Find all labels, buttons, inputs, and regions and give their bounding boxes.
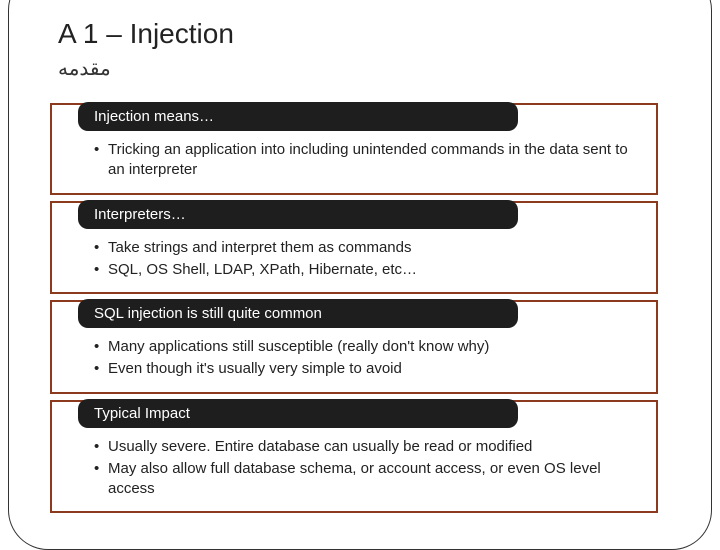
- section-header: Injection means…: [78, 102, 518, 131]
- page-subtitle: ﻣﻘﺪﻣﻪ: [0, 56, 720, 81]
- list-item: SQL, OS Shell, LDAP, XPath, Hibernate, e…: [94, 260, 636, 280]
- sections-container: Injection means… Tricking an application…: [0, 103, 720, 513]
- list-item: Many applications still susceptible (rea…: [94, 337, 636, 357]
- list-item: Even though it's usually very simple to …: [94, 359, 636, 379]
- section-injection-means: Injection means… Tricking an application…: [50, 103, 658, 195]
- section-body: Usually severe. Entire database can usua…: [52, 431, 656, 512]
- slide-content: A 1 – Injection ﻣﻘﺪﻣﻪ Injection means… T…: [0, 0, 720, 513]
- list-item: May also allow full database schema, or …: [94, 459, 636, 500]
- section-body: Many applications still susceptible (rea…: [52, 331, 656, 392]
- section-body: Tricking an application into including u…: [52, 134, 656, 193]
- section-header: SQL injection is still quite common: [78, 299, 518, 328]
- list-item: Tricking an application into including u…: [94, 140, 636, 181]
- section-typical-impact: Typical Impact Usually severe. Entire da…: [50, 400, 658, 514]
- list-item: Usually severe. Entire database can usua…: [94, 437, 636, 457]
- section-header: Typical Impact: [78, 399, 518, 428]
- section-body: Take strings and interpret them as comma…: [52, 232, 656, 293]
- section-interpreters: Interpreters… Take strings and interpret…: [50, 201, 658, 295]
- section-header: Interpreters…: [78, 200, 518, 229]
- list-item: Take strings and interpret them as comma…: [94, 238, 636, 258]
- page-title: A 1 – Injection: [0, 18, 720, 50]
- section-sql-common: SQL injection is still quite common Many…: [50, 300, 658, 394]
